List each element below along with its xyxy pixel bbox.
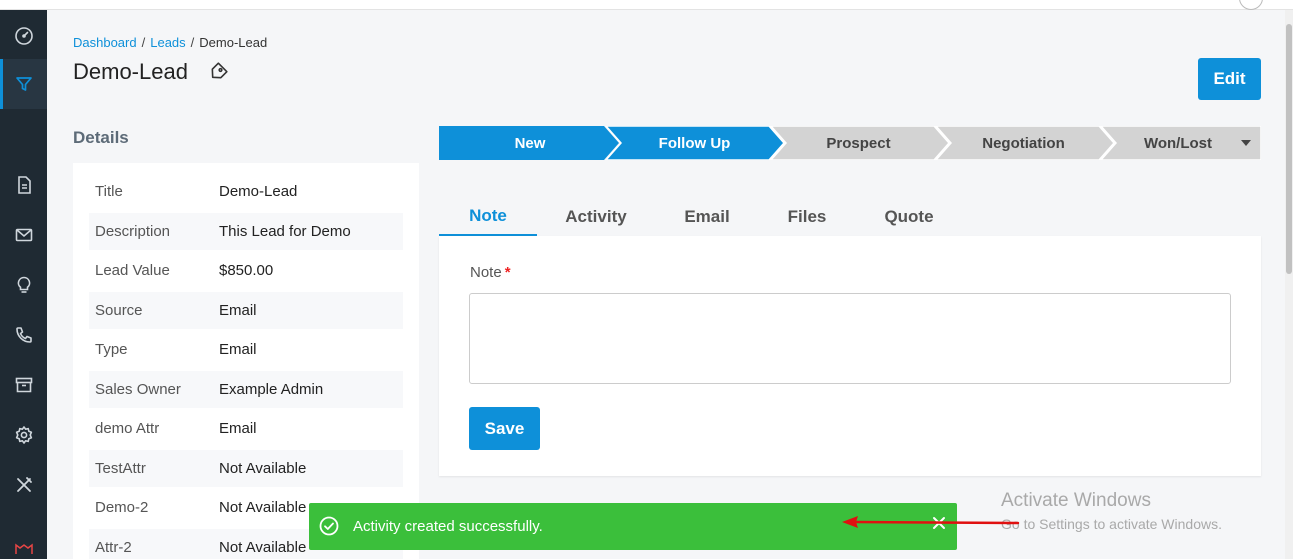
details-heading: Details	[73, 128, 129, 147]
settings-gear-icon	[15, 426, 32, 444]
tab-quote[interactable]: Quote	[871, 198, 947, 236]
detail-label: Attr-2	[95, 539, 132, 556]
detail-label: demo Attr	[95, 420, 160, 437]
detail-row-testattr: TestAttr Not Available	[89, 450, 403, 487]
breadcrumb-separator: /	[190, 35, 195, 50]
note-panel: Note * Save	[439, 236, 1261, 476]
tools-icon	[16, 477, 32, 492]
user-avatar[interactable]	[1239, 0, 1263, 10]
page-scrollbar[interactable]	[1285, 10, 1293, 559]
chevron-down-icon[interactable]	[1241, 140, 1251, 146]
detail-label: Demo-2	[95, 499, 149, 516]
archive-icon	[15, 377, 32, 393]
mail-icon	[15, 228, 32, 242]
detail-value: Example Admin	[219, 381, 324, 398]
detail-row-source: Source Email	[89, 292, 403, 329]
detail-label: Source	[95, 302, 143, 319]
pipeline-stages: New Follow Up Prospect Negotiation Won/L…	[439, 126, 1261, 160]
save-button[interactable]: Save	[469, 407, 540, 450]
detail-label: Description	[95, 223, 171, 240]
detail-row-description: Description This Lead for Demo	[89, 213, 403, 250]
detail-value: This Lead for Demo	[219, 223, 351, 240]
detail-value: $850.00	[219, 262, 274, 279]
tab-activity[interactable]: Activity	[554, 198, 638, 236]
note-label-text: Note	[470, 264, 502, 281]
detail-value: Demo-Lead	[219, 183, 298, 200]
stage-new[interactable]: New	[439, 126, 621, 160]
edit-button[interactable]: Edit	[1198, 58, 1261, 100]
detail-label: Type	[95, 341, 128, 358]
top-header-bar	[0, 0, 1293, 10]
windows-activation-watermark: Activate Windows Go to Settings to activ…	[1001, 490, 1222, 532]
annotation-arrow	[842, 516, 1020, 528]
watermark-subtitle: Go to Settings to activate Windows.	[1001, 516, 1222, 532]
detail-label: Sales Owner	[95, 381, 181, 398]
sidebar-item-settings[interactable]	[0, 414, 47, 456]
detail-label: Lead Value	[95, 262, 170, 279]
sidebar-item-leads[interactable]	[0, 59, 47, 109]
detail-value: Not Available	[219, 460, 307, 477]
breadcrumb-leads-link[interactable]: Leads	[150, 35, 185, 50]
breadcrumb-separator: /	[141, 35, 146, 50]
detail-row-title: Title Demo-Lead	[89, 173, 403, 210]
scrollbar-thumb[interactable]	[1286, 24, 1292, 274]
detail-row-type: Type Email	[89, 331, 403, 368]
note-field-label: Note *	[470, 264, 511, 281]
dashboard-gauge-icon	[14, 27, 33, 45]
activity-tabs: Note Activity Email Files Quote	[439, 198, 1261, 236]
tab-email[interactable]: Email	[669, 198, 745, 236]
breadcrumb-current: Demo-Lead	[199, 35, 268, 50]
detail-value: Email	[219, 420, 257, 437]
stage-follow-up[interactable]: Follow Up	[612, 126, 777, 160]
detail-row-demo-attr: demo Attr Email	[89, 410, 403, 447]
stage-prospect[interactable]: Prospect	[777, 126, 940, 160]
sidebar-item-contacts[interactable]	[0, 314, 47, 356]
details-card: Title Demo-Lead Description This Lead for …	[73, 163, 419, 559]
breadcrumb-dashboard-link[interactable]: Dashboard	[73, 35, 137, 50]
detail-row-sales-owner: Sales Owner Example Admin	[89, 371, 403, 408]
sidebar-item-mail[interactable]	[0, 214, 47, 256]
note-textarea[interactable]	[469, 293, 1231, 384]
sidebar-item-quotes[interactable]	[0, 164, 47, 206]
quote-document-icon	[17, 176, 31, 194]
phone-icon	[15, 327, 32, 343]
app-logo-icon	[14, 543, 33, 554]
sidebar-item-products[interactable]	[0, 364, 47, 406]
tab-files[interactable]: Files	[774, 198, 840, 236]
lightbulb-icon	[17, 276, 30, 293]
watermark-title: Activate Windows	[1001, 490, 1151, 511]
sidebar	[0, 10, 47, 559]
page-title: Demo-Lead	[73, 59, 188, 84]
detail-value: Email	[219, 341, 257, 358]
breadcrumb: Dashboard / Leads / Demo-Lead	[73, 35, 267, 50]
tag-icon[interactable]	[208, 62, 228, 82]
detail-label: TestAttr	[95, 460, 146, 477]
sidebar-app-logo[interactable]	[0, 533, 47, 559]
tab-note[interactable]: Note	[439, 198, 537, 236]
detail-value: Not Available	[219, 539, 307, 556]
sidebar-item-dashboard[interactable]	[0, 15, 47, 57]
sidebar-item-activities[interactable]	[0, 264, 47, 306]
detail-row-lead-value: Lead Value $850.00	[89, 252, 403, 289]
required-marker: *	[504, 264, 511, 281]
stage-negotiation[interactable]: Negotiation	[942, 126, 1105, 160]
toast-message: Activity created successfully.	[353, 518, 543, 535]
detail-label: Title	[95, 183, 123, 200]
detail-value: Email	[219, 302, 257, 319]
detail-value: Not Available	[219, 499, 307, 516]
funnel-icon	[15, 77, 32, 91]
check-circle-icon	[319, 516, 339, 536]
stage-won-lost[interactable]: Won/Lost	[1107, 126, 1249, 160]
sidebar-item-configuration[interactable]	[0, 464, 47, 506]
